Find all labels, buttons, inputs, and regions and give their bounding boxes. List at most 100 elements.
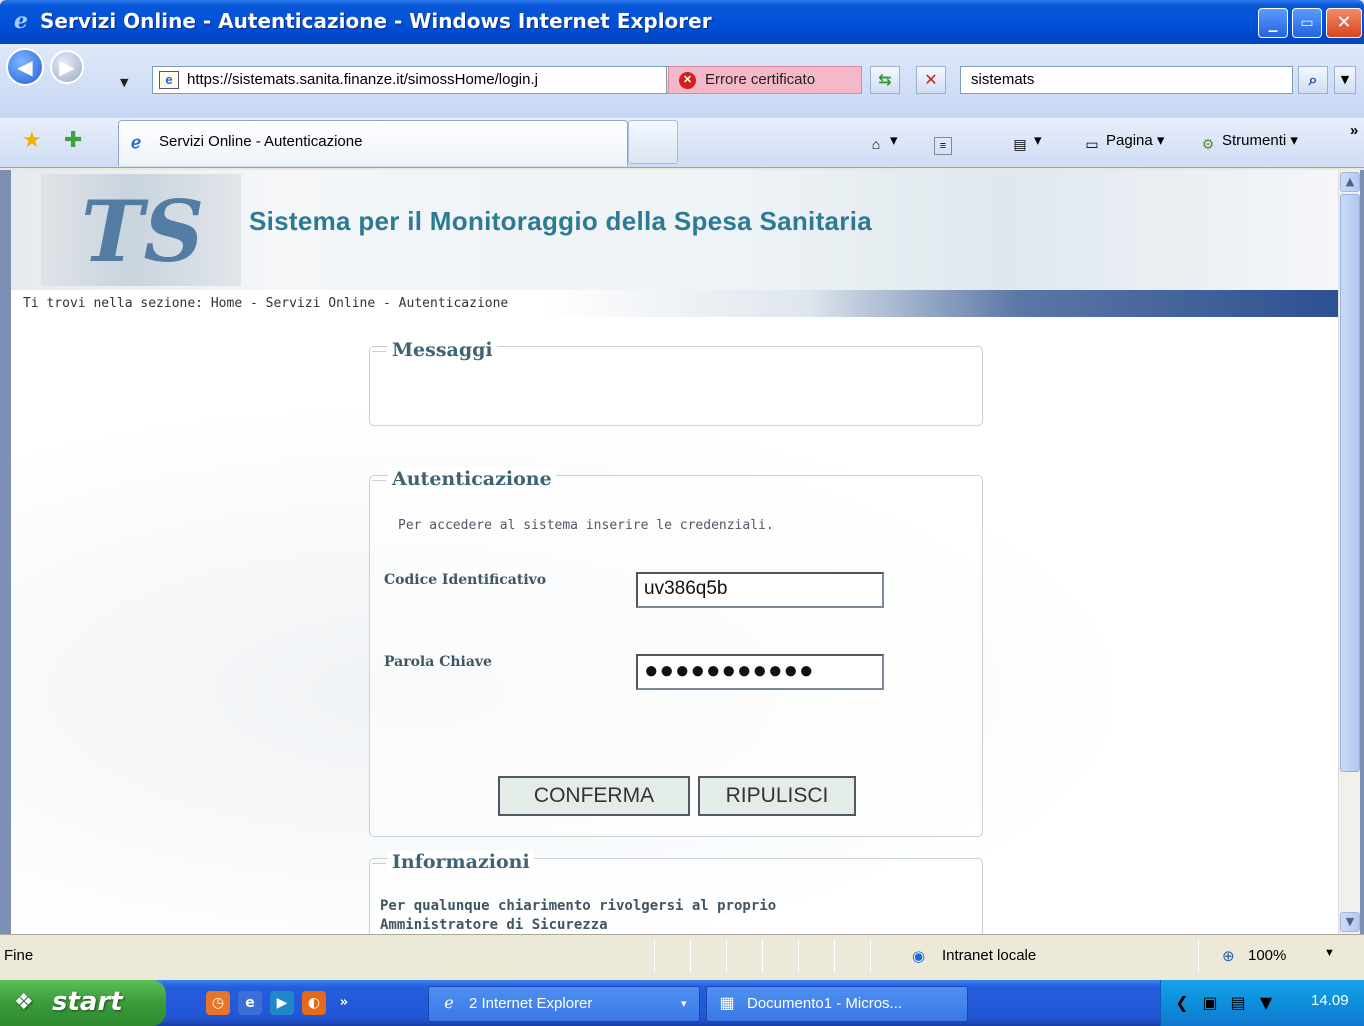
stop-icon[interactable]: ✕ <box>916 66 946 94</box>
error-icon: ✕ <box>679 72 696 89</box>
address-toolbar: ◀ ▶ ▼ e https://sistemats.sanita.finanze… <box>0 44 1364 118</box>
address-bar[interactable]: e https://sistemats.sanita.finanze.it/si… <box>152 66 667 94</box>
page-icon: e <box>159 71 179 89</box>
ts-logo-text: TS <box>81 182 205 281</box>
add-favorites-icon[interactable]: ✚ <box>64 130 82 152</box>
title-bar: ℯ Servizi Online - Autenticazione - Wind… <box>0 0 1364 44</box>
start-label: start <box>52 987 123 1017</box>
taskbar-ie-label: 2 Internet Explorer <box>469 995 593 1012</box>
clock: 14.09 <box>1311 992 1349 1009</box>
feeds-icon: ≡ <box>934 137 952 155</box>
ie-tab-icon: ℯ <box>131 133 142 152</box>
close-button[interactable]: ✕ <box>1326 8 1362 38</box>
password-label: Parola Chiave <box>384 654 492 670</box>
messages-legend: Messaggi <box>372 339 497 361</box>
quicklaunch-more-icon[interactable]: » <box>334 991 354 1015</box>
status-divider <box>1198 939 1199 973</box>
page-menu-icon: ▭ <box>1085 136 1099 152</box>
password-input[interactable]: ●●●●●●●●●●● <box>636 654 884 690</box>
taskbar-item-internet-explorer[interactable]: ℯ 2 Internet Explorer ▾ <box>428 986 700 1022</box>
clear-button[interactable]: RIPULISCI <box>698 776 856 816</box>
quicklaunch-firefox-icon[interactable]: ◐ <box>302 991 326 1015</box>
print-icon: ▤ <box>1013 136 1027 152</box>
window-frame-left <box>0 170 11 934</box>
taskbar: ❖ start ◷ e ▶ ◐ » ℯ 2 Internet Explorer … <box>0 980 1364 1026</box>
start-button[interactable]: ❖ start <box>0 980 166 1026</box>
quicklaunch-media-icon[interactable]: ▶ <box>270 991 294 1015</box>
tray-network-icon[interactable]: ▣ <box>1199 992 1221 1014</box>
confirm-button[interactable]: CONFERMA <box>498 776 690 816</box>
site-header: TS Sistema per il Monitoraggio della Spe… <box>11 170 1338 290</box>
feeds-button[interactable]: ≡ <box>934 130 956 155</box>
authentication-legend: Autenticazione <box>372 468 556 490</box>
windows-flag-icon: ❖ <box>14 990 34 1015</box>
ts-logo: TS <box>41 174 241 286</box>
certificate-error-button[interactable]: ✕ Errore certificato <box>668 66 862 94</box>
window-title: Servizi Online - Autenticazione - Window… <box>40 9 712 33</box>
page-content: TS Sistema per il Monitoraggio della Spe… <box>11 170 1338 934</box>
zoom-dropdown-icon[interactable]: ▼ <box>1324 947 1335 959</box>
search-dropdown-icon[interactable]: ▼ <box>1334 66 1356 94</box>
page-menu[interactable]: ▭ Pagina ▾ <box>1082 130 1164 154</box>
quicklaunch-ie-icon[interactable]: e <box>238 991 262 1015</box>
status-divider <box>654 939 655 973</box>
history-dropdown-icon[interactable]: ▼ <box>120 76 128 89</box>
site-title: Sistema per il Monitoraggio della Spesa … <box>249 206 872 236</box>
tab-toolbar: ★ ✚ ℯ Servizi Online - Autenticazione ⌂ ▾… <box>0 118 1364 168</box>
ie-icon: ℯ <box>14 9 28 34</box>
home-button[interactable]: ⌂ ▾ <box>866 130 898 154</box>
back-button[interactable]: ◀ <box>6 48 44 86</box>
url-text: https://sistemats.sanita.finanze.it/simo… <box>187 71 538 88</box>
status-divider <box>798 939 799 973</box>
status-divider <box>726 939 727 973</box>
status-bar: Fine ◉ Intranet locale ⊕ 100% ▼ <box>0 934 1364 980</box>
tab-label: Servizi Online - Autenticazione <box>159 133 363 150</box>
favorites-star-icon[interactable]: ★ <box>22 130 42 152</box>
vertical-scrollbar[interactable]: ▲ ▼ <box>1338 170 1360 934</box>
scroll-down-icon[interactable]: ▼ <box>1340 912 1360 932</box>
print-button[interactable]: ▤ ▾ <box>1010 130 1041 154</box>
information-panel: Informazioni Per qualunque chiarimento r… <box>369 851 983 934</box>
tools-menu[interactable]: ⚙ Strumenti ▾ <box>1198 130 1298 154</box>
security-zone: Intranet locale <box>942 947 1037 964</box>
chevron-more-icon[interactable]: » <box>1350 120 1358 142</box>
window-frame-right <box>1360 170 1364 934</box>
status-divider <box>690 939 691 973</box>
forward-button[interactable]: ▶ <box>50 50 84 84</box>
taskbar-item-word[interactable]: ▦ Documento1 - Micros... <box>706 986 968 1022</box>
quicklaunch-clock-icon[interactable]: ◷ <box>206 991 230 1015</box>
ie-icon: ℯ <box>444 995 454 1012</box>
status-text: Fine <box>4 947 34 964</box>
page-menu-label: Pagina <box>1106 132 1153 149</box>
tray-arrow-icon[interactable]: ❮ <box>1171 992 1193 1014</box>
word-icon: ▦ <box>719 995 735 1012</box>
tray-shield-icon[interactable]: ▼ <box>1255 992 1277 1014</box>
scroll-thumb[interactable] <box>1340 194 1360 772</box>
gear-icon: ⚙ <box>1201 136 1215 152</box>
certificate-error-label: Errore certificato <box>705 71 816 88</box>
breadcrumb: Ti trovi nella sezione: Home - Servizi O… <box>23 296 509 311</box>
status-divider <box>834 939 835 973</box>
scroll-up-icon[interactable]: ▲ <box>1340 172 1360 192</box>
zoom-icon: ⊕ <box>1222 948 1235 965</box>
new-tab-button[interactable] <box>628 120 678 164</box>
refresh-icon[interactable]: ⇆ <box>870 66 900 94</box>
zoom-level[interactable]: 100% <box>1248 947 1286 964</box>
status-divider <box>762 939 763 973</box>
search-input[interactable]: sistemats <box>960 66 1293 94</box>
restore-button[interactable]: ▭ <box>1292 8 1322 38</box>
tray-monitor-icon[interactable]: ▤ <box>1227 992 1249 1014</box>
breadcrumb-bar: Ti trovi nella sezione: Home - Servizi O… <box>11 290 1338 318</box>
authentication-panel: Autenticazione Per accedere al sistema i… <box>369 468 983 837</box>
tab-active[interactable]: ℯ Servizi Online - Autenticazione <box>118 120 628 166</box>
home-icon: ⌂ <box>871 136 881 152</box>
search-icon[interactable]: ⌕ <box>1298 66 1328 94</box>
information-legend: Informazioni <box>372 851 534 873</box>
system-tray: ❮ ▣ ▤ ▼ 14.09 <box>1160 980 1364 1026</box>
user-code-label: Codice Identificativo <box>384 572 547 588</box>
status-divider <box>870 939 871 973</box>
taskbar-word-label: Documento1 - Micros... <box>747 995 903 1012</box>
user-code-input[interactable]: uv386q5b <box>636 572 884 608</box>
minimize-button[interactable]: _ <box>1258 8 1288 38</box>
information-text: Per qualunque chiarimento rivolgersi al … <box>380 898 777 933</box>
